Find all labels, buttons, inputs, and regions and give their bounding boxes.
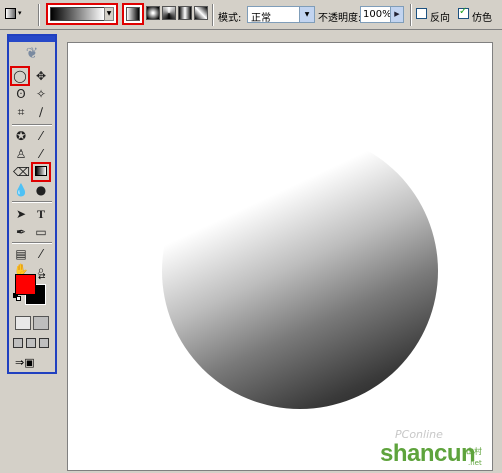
toolbox-title-bar[interactable] xyxy=(9,36,55,42)
rectangle-tool-icon[interactable]: ▭ xyxy=(33,224,49,240)
document-canvas[interactable]: PConline shancun 山村 .net xyxy=(67,42,493,471)
toolbox: ❦ ◯ ✥ ʘ ✧ ⌗ ∕ ✪ ⁄ ♙ ⁄ ⌫ 💧 ● ➤ T ✒ ▭ ▤ ⁄ … xyxy=(7,34,57,374)
divider xyxy=(12,201,52,203)
watermark-sub: 山村 xyxy=(466,447,482,456)
history-brush-tool-icon[interactable]: ⁄ xyxy=(33,146,49,162)
jump-to-imageready-button[interactable]: ⇒▣ xyxy=(15,356,49,370)
linear-gradient-button[interactable] xyxy=(122,3,144,25)
move-tool-icon[interactable]: ✥ xyxy=(33,68,49,84)
options-bar: ▾ ▼ 模式: 正常 ▼ 不透明度: 100% ▶ 反向 仿色 xyxy=(0,0,502,30)
foreground-color-swatch-front[interactable] xyxy=(15,274,36,295)
watermark-url: .net xyxy=(468,459,482,467)
full-screen-mode-button[interactable] xyxy=(39,338,49,348)
slice-tool-icon[interactable]: ∕ xyxy=(33,104,49,120)
dither-label: 仿色 xyxy=(472,13,492,24)
swap-colors-icon[interactable]: ⇄ xyxy=(38,272,46,282)
gradient-tool-icon[interactable] xyxy=(31,162,51,182)
blur-tool-icon[interactable]: 💧 xyxy=(13,182,29,198)
diamond-gradient-button[interactable] xyxy=(194,6,208,20)
clone-stamp-tool-icon[interactable]: ♙ xyxy=(13,146,29,162)
separator xyxy=(38,4,40,26)
reflected-gradient-button[interactable] xyxy=(178,6,192,20)
healing-brush-tool-icon[interactable]: ✪ xyxy=(13,128,29,144)
gradient-picker[interactable]: ▼ xyxy=(46,3,118,25)
opacity-field[interactable]: 100% ▶ xyxy=(360,6,404,23)
divider xyxy=(12,124,52,126)
standard-mode-button[interactable] xyxy=(15,316,31,330)
tool-preset-picker[interactable]: ▾ xyxy=(4,7,22,21)
mode-value: 正常 xyxy=(251,13,271,24)
reverse-checkbox[interactable] xyxy=(416,8,427,19)
gradient-swatch xyxy=(50,7,105,21)
type-tool-icon[interactable]: T xyxy=(33,206,49,222)
opacity-label: 不透明度: xyxy=(318,13,362,24)
divider xyxy=(12,242,52,244)
feather-logo-icon: ❦ xyxy=(25,44,39,62)
separator xyxy=(410,4,412,26)
full-screen-menu-mode-button[interactable] xyxy=(26,338,36,348)
gradient-tool-preset-icon xyxy=(5,8,16,19)
opacity-value: 100% xyxy=(363,9,392,20)
gradient-circle-selection xyxy=(162,133,438,409)
chevron-down-icon: ▾ xyxy=(18,9,22,17)
eyedropper-tool-icon[interactable]: ⁄ xyxy=(33,246,49,262)
angle-gradient-button[interactable] xyxy=(162,6,176,20)
chevron-right-icon[interactable]: ▶ xyxy=(390,7,403,22)
pen-tool-icon[interactable]: ✒ xyxy=(13,224,29,240)
radial-gradient-button[interactable] xyxy=(146,6,160,20)
separator xyxy=(212,4,214,26)
elliptical-marquee-tool-icon[interactable]: ◯ xyxy=(10,66,30,86)
linear-gradient-icon xyxy=(126,7,140,21)
path-selection-tool-icon[interactable]: ➤ xyxy=(13,206,29,222)
eraser-tool-icon[interactable]: ⌫ xyxy=(13,164,30,180)
lasso-tool-icon[interactable]: ʘ xyxy=(13,86,29,102)
quick-mask-mode-button[interactable] xyxy=(33,316,49,330)
chevron-down-icon[interactable]: ▼ xyxy=(104,7,114,21)
brush-tool-icon[interactable]: ⁄ xyxy=(33,128,49,144)
watermark-brand: shancun xyxy=(380,440,476,467)
dither-checkbox[interactable] xyxy=(458,6,469,19)
reverse-label: 反向 xyxy=(430,13,450,24)
crop-tool-icon[interactable]: ⌗ xyxy=(13,104,29,120)
dodge-tool-icon[interactable]: ● xyxy=(33,182,49,198)
mode-select[interactable]: 正常 ▼ xyxy=(247,6,315,24)
gradient-swatch-icon xyxy=(35,166,47,176)
magic-wand-tool-icon[interactable]: ✧ xyxy=(33,86,49,102)
notes-tool-icon[interactable]: ▤ xyxy=(13,246,29,262)
mode-label: 模式: xyxy=(218,13,242,24)
standard-screen-mode-button[interactable] xyxy=(13,338,23,348)
chevron-down-icon[interactable]: ▼ xyxy=(299,7,314,22)
